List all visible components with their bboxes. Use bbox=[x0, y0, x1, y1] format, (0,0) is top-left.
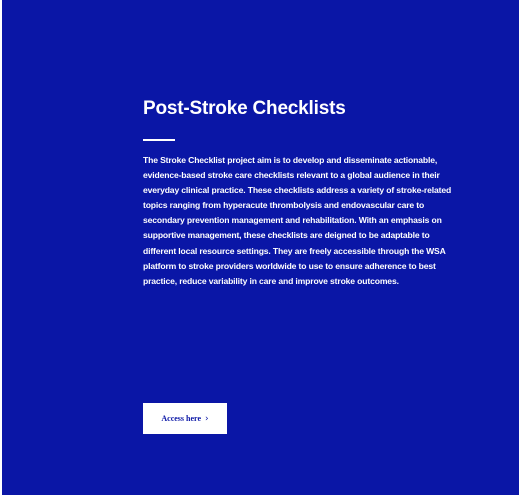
title-divider bbox=[143, 139, 175, 141]
access-here-label: Access here bbox=[161, 413, 201, 423]
access-here-button[interactable]: Access here › bbox=[143, 403, 227, 434]
panel-content: Post-Stroke Checklists The Stroke Checkl… bbox=[143, 97, 463, 289]
panel-title: Post-Stroke Checklists bbox=[143, 98, 346, 119]
checklists-panel: Post-Stroke Checklists The Stroke Checkl… bbox=[2, 0, 519, 495]
chevron-right-icon: › bbox=[205, 413, 209, 424]
panel-description: The Stroke Checklist project aim is to d… bbox=[143, 155, 452, 286]
